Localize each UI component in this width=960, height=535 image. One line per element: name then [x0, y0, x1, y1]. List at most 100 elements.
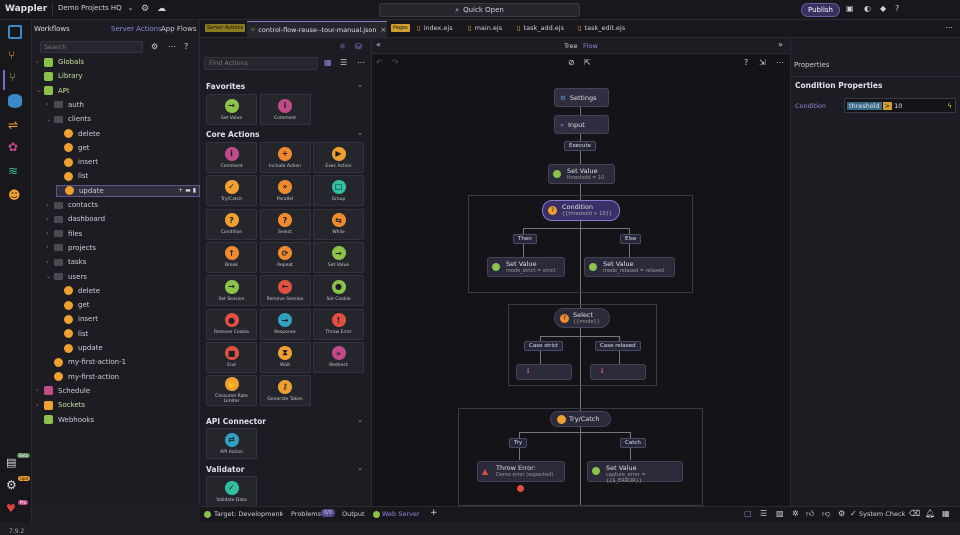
tree-item-api[interactable]: ⌄ API [36, 85, 69, 97]
set-value-node[interactable]: Set Value capture_error = {{$_ERROR}} [587, 461, 683, 484]
grid-icon[interactable]: ▦ [942, 509, 950, 518]
gear-icon[interactable]: ⚙ [151, 42, 158, 51]
more-icon[interactable]: ⋯ [776, 58, 784, 67]
caret-icon[interactable]: › [46, 259, 54, 266]
drop-icon[interactable]: ◆ [880, 4, 886, 13]
item-tools[interactable]: + ▬ ▮ [178, 187, 196, 194]
action-tile-api-action[interactable]: ⇄ API Action [206, 428, 257, 459]
action-tile-try-catch[interactable]: ✓ Try/Catch [206, 175, 257, 207]
tree-item-globals[interactable]: › Globals [36, 56, 84, 68]
redo-icon[interactable]: ↷ [392, 58, 399, 67]
eraser-icon[interactable]: ⌫ [909, 509, 920, 518]
tab-task-add[interactable]: ▯ task_add.ejs [517, 24, 564, 32]
chevron-down-icon[interactable]: ⌄ [357, 464, 363, 472]
chevron-down-icon[interactable]: ⌄ [357, 416, 363, 424]
settings-icon[interactable]: ⚙ [838, 509, 845, 518]
close-icon[interactable]: × [380, 26, 386, 34]
thumbs-up-icon[interactable]: 👍︎ [806, 509, 814, 519]
action-tile-parallel[interactable]: » Parallel [259, 175, 311, 207]
trycatch-node[interactable]: Try/Catch [550, 411, 611, 427]
layers-icon[interactable]: ≋ [8, 164, 18, 178]
system-check-button[interactable]: System Check [859, 510, 905, 518]
tree-item-projects[interactable]: › projects [46, 242, 96, 254]
thumbs-down-icon[interactable]: 👎︎ [822, 509, 830, 519]
more-icon[interactable]: ⋯ [168, 42, 176, 51]
target-selector[interactable]: Target: Development [214, 510, 282, 518]
tree-item-insert[interactable]: insert [56, 313, 98, 325]
action-tile-set-cookie[interactable]: ● Set Cookie [313, 275, 364, 307]
action-tile-set-value[interactable]: → Set Value [206, 94, 257, 125]
tree-item-library[interactable]: Library [36, 70, 82, 82]
action-tile-wait[interactable]: ⧗ Wait [259, 341, 311, 373]
gear-icon[interactable]: ⚙ [141, 4, 149, 14]
action-tile-condition[interactable]: ? Condition [206, 208, 257, 240]
tree-item-insert[interactable]: insert [56, 156, 98, 168]
database-icon[interactable] [8, 94, 22, 108]
database-icon[interactable]: ⛁ [355, 42, 362, 51]
action-tile-consume-rate-limiter[interactable]: ✋ Consume Rate Limiter [206, 375, 257, 407]
tree-item-clients[interactable]: ⌄ clients [46, 113, 91, 125]
tree-item-list[interactable]: list [56, 328, 88, 340]
tree-item-contacts[interactable]: › contacts [46, 199, 98, 211]
search-input[interactable]: Search [40, 41, 143, 53]
action-tile-comment[interactable]: i Comment [259, 94, 311, 125]
tab-app-flows[interactable]: App Flows [161, 25, 197, 33]
caret-icon[interactable]: ⌄ [46, 273, 54, 280]
set-value-node[interactable]: Set Value threshold = 10 [548, 164, 615, 184]
pages-icon[interactable] [8, 25, 22, 39]
condition-input[interactable]: threshold > 10 ϟ [844, 98, 956, 113]
tree-item-tasks[interactable]: › tasks [46, 256, 86, 268]
action-tile-response[interactable]: → Response [259, 308, 311, 340]
tree-item-webhooks[interactable]: Webhooks [36, 414, 94, 426]
more-icon[interactable]: ⋯ [357, 58, 365, 67]
web-server-tab[interactable]: Web Server [382, 510, 420, 518]
tree-item-schedule[interactable]: › Schedule [36, 385, 90, 397]
tab-task-edit[interactable]: ▯ task_edit.ejs [578, 24, 625, 32]
add-icon[interactable]: + [430, 508, 438, 518]
caret-icon[interactable]: › [46, 101, 54, 108]
pro-icon[interactable]: ♥ [6, 502, 16, 515]
select-node[interactable]: ? Select {{mode}} [554, 308, 610, 328]
action-tile-remove-session[interactable]: ← Remove Session [259, 275, 311, 307]
lightning-icon[interactable]: ϟ [947, 102, 952, 110]
action-tile-while[interactable]: ⇆ While [313, 208, 364, 240]
undo-icon[interactable]: ↶ [376, 58, 383, 67]
view-tree[interactable]: Tree [564, 42, 578, 50]
action-tile-group[interactable]: □ Group [313, 175, 364, 207]
quick-open-search[interactable]: ⌕ Quick Open [379, 3, 580, 17]
condition-node[interactable]: ? Condition {{threshold > 10}} [542, 200, 620, 221]
caret-icon[interactable]: ⌄ [46, 116, 54, 123]
grid-view-icon[interactable]: ▦ [324, 58, 332, 67]
more-icon[interactable]: ⋯ [945, 23, 953, 32]
throw-error-node[interactable]: ▲ Throw Error: Demo error (expected) [477, 461, 565, 482]
chevron-down-icon[interactable]: ⌄ [279, 509, 285, 517]
tree-item-update[interactable]: update [56, 342, 103, 354]
tree-item-sockets[interactable]: › Sockets [36, 399, 85, 411]
action-tile-end[interactable]: ■ End [206, 341, 257, 373]
tree-item-update[interactable]: update + ▬ ▮ [56, 184, 200, 197]
tree-item-my-first-action-1[interactable]: my-first-action-1 [46, 356, 126, 368]
tree-item-dashboard[interactable]: › dashboard [46, 213, 105, 225]
comment-node[interactable]: i [516, 364, 572, 380]
chevron-down-icon[interactable]: ⌄ [357, 81, 363, 89]
tree-item-list[interactable]: list [56, 170, 88, 182]
publish-button[interactable]: Publish [801, 3, 840, 17]
action-tile-exec-action[interactable]: ▶ Exec Action [313, 142, 364, 173]
list-icon[interactable]: ☰ [760, 509, 767, 518]
caret-icon[interactable]: › [46, 216, 54, 223]
chat-icon[interactable]: ▤ [6, 456, 16, 469]
action-tile-set-session[interactable]: → Set Session [206, 275, 257, 307]
input-node[interactable]: » Input [554, 115, 609, 134]
robot-icon[interactable]: ☻ [8, 188, 21, 202]
action-tile-remove-cookie[interactable]: ● Remove Cookie [206, 308, 257, 340]
tab-active[interactable]: ⑂ control-flow-reuse--tour-manual.json × [247, 21, 387, 37]
caret-icon[interactable]: › [36, 402, 44, 409]
view-flow[interactable]: Flow [583, 42, 598, 50]
flow-canvas[interactable]: « Tree Flow » ↶ ↷ ⊘ ⇱ ? ⇲ ⋯ ⚙ Settings » I… [372, 38, 790, 506]
help-icon[interactable]: ? [184, 42, 188, 51]
caret-icon[interactable]: › [46, 202, 54, 209]
cloud-icon[interactable]: ☁ [157, 4, 166, 14]
help-icon[interactable]: ? [744, 58, 748, 67]
help-icon[interactable]: ? [895, 4, 899, 13]
git-icon[interactable]: ⑂ [8, 48, 22, 62]
